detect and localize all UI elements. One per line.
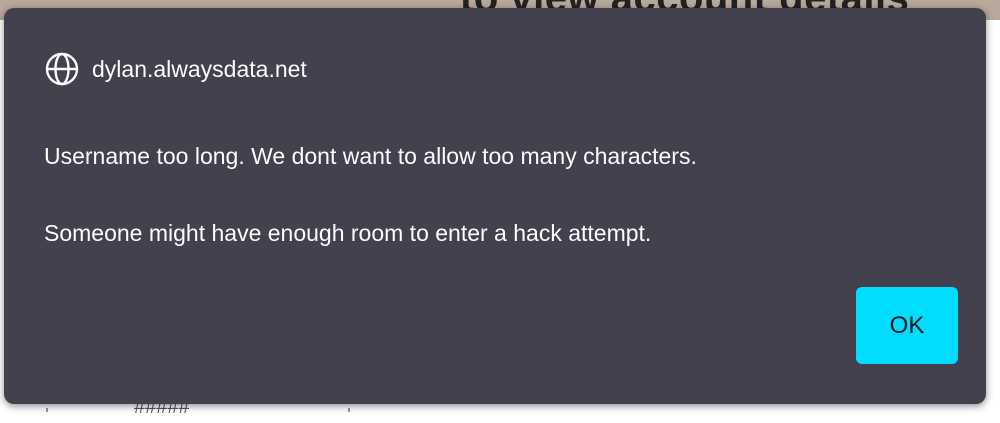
dialog-message-line-2: Someone might have enough room to enter … [44,220,652,246]
globe-icon [44,51,80,87]
alert-dialog: dylan.alwaysdata.net Username too long. … [4,8,986,404]
origin-domain: dylan.alwaysdata.net [92,55,307,82]
dialog-origin: dylan.alwaysdata.net [44,52,307,86]
ok-button[interactable]: OK [856,287,958,364]
dialog-message-line-1: Username too long. We dont want to allow… [44,143,697,169]
background-divider [46,408,350,412]
